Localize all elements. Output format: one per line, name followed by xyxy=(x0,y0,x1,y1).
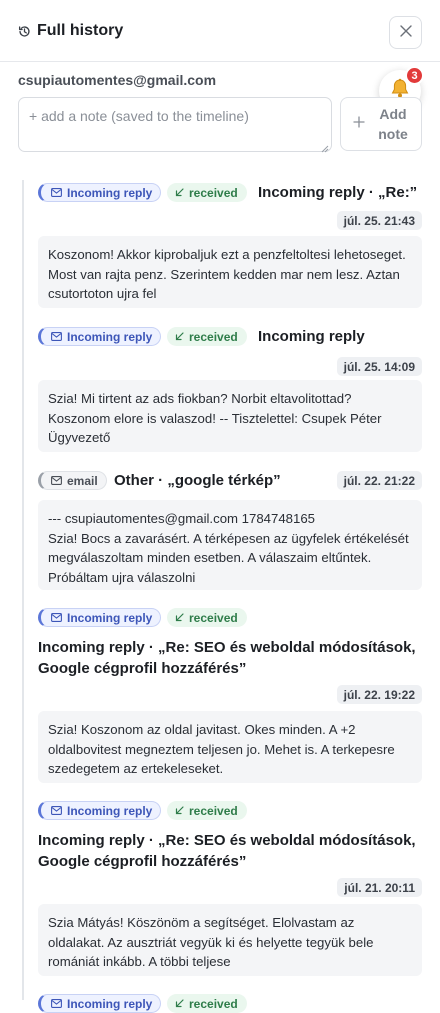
notification-count-badge: 3 xyxy=(405,66,424,85)
mail-icon xyxy=(51,186,62,200)
source-label: Incoming reply xyxy=(67,803,153,818)
add-note-button[interactable]: Add note xyxy=(340,97,422,151)
mail-icon xyxy=(51,804,62,818)
entry-body: Szia Mátyás! Köszönöm a segítséget. Elol… xyxy=(38,904,422,976)
close-button[interactable] xyxy=(389,16,422,49)
mail-icon xyxy=(51,330,62,344)
status-badge: received xyxy=(167,327,247,346)
source-badge: Incoming reply xyxy=(38,801,162,820)
plus-icon xyxy=(353,115,365,133)
entry-title: Incoming reply · „Re:” xyxy=(258,184,418,201)
source-label: Incoming reply xyxy=(67,996,153,1011)
page-title: Full history xyxy=(37,22,124,39)
mail-icon xyxy=(51,997,62,1011)
add-note-label: Add note xyxy=(378,106,408,142)
arrow-down-left-icon xyxy=(175,611,184,625)
arrow-down-left-icon xyxy=(175,330,184,344)
source-label: Incoming reply xyxy=(67,185,153,200)
arrow-down-left-icon xyxy=(175,186,184,200)
entry-title: Incoming reply xyxy=(258,328,365,345)
entry-title: Incoming reply · „Re: SEO és weboldal mó… xyxy=(38,832,416,870)
status-badge: received xyxy=(167,801,247,820)
mail-icon xyxy=(51,611,62,625)
status-badge: received xyxy=(167,608,247,627)
close-icon xyxy=(399,24,412,42)
entry-body: Szia! Koszonom az oldal javitast. Okes m… xyxy=(38,711,422,783)
entry-body: Szia! Mi tirtent az ads fiokban? Norbit … xyxy=(38,380,422,452)
source-badge: email xyxy=(38,471,107,490)
entry-title: Incoming reply · „Re: SEO és weboldal mó… xyxy=(38,639,416,677)
source-label: Incoming reply xyxy=(67,610,153,625)
drawer-header: Full history xyxy=(0,0,440,62)
source-badge: Incoming reply xyxy=(38,183,162,202)
entry-timestamp: júl. 22. 19:22 xyxy=(336,685,422,704)
status-badge: received xyxy=(167,183,247,202)
resize-grip-icon[interactable] xyxy=(320,140,329,158)
entry-timestamp: júl. 22. 21:22 xyxy=(336,471,422,490)
entry-body: Koszonom! Akkor kiprobaljuk ezt a penzfe… xyxy=(38,236,422,308)
entry-timestamp: júl. 21. 20:11 xyxy=(337,878,422,897)
arrow-down-left-icon xyxy=(175,997,184,1011)
arrow-down-left-icon xyxy=(175,804,184,818)
entry-title: Other · „google térkép” xyxy=(114,472,281,489)
history-icon xyxy=(18,25,31,38)
entry-body: --- csupiautomentes@gmail.com 1784748165… xyxy=(38,500,422,590)
status-label: received xyxy=(189,610,238,625)
entry-timestamp: júl. 25. 14:09 xyxy=(336,357,422,376)
status-label: received xyxy=(189,329,238,344)
status-label: received xyxy=(189,803,238,818)
title-wrap: Full history xyxy=(18,22,123,40)
status-label: received xyxy=(189,996,238,1011)
status-badge: received xyxy=(167,994,247,1013)
source-label: email xyxy=(67,473,98,488)
entry-timestamp: júl. 25. 21:43 xyxy=(336,211,422,230)
source-badge: Incoming reply xyxy=(38,327,162,346)
note-input[interactable] xyxy=(18,97,332,152)
contact-email: csupiautomentes@gmail.com xyxy=(18,72,217,88)
source-badge: Incoming reply xyxy=(38,994,162,1013)
mail-icon xyxy=(51,474,62,488)
source-badge: Incoming reply xyxy=(38,608,162,627)
timeline-line xyxy=(22,180,24,1000)
status-label: received xyxy=(189,185,238,200)
source-label: Incoming reply xyxy=(67,329,153,344)
